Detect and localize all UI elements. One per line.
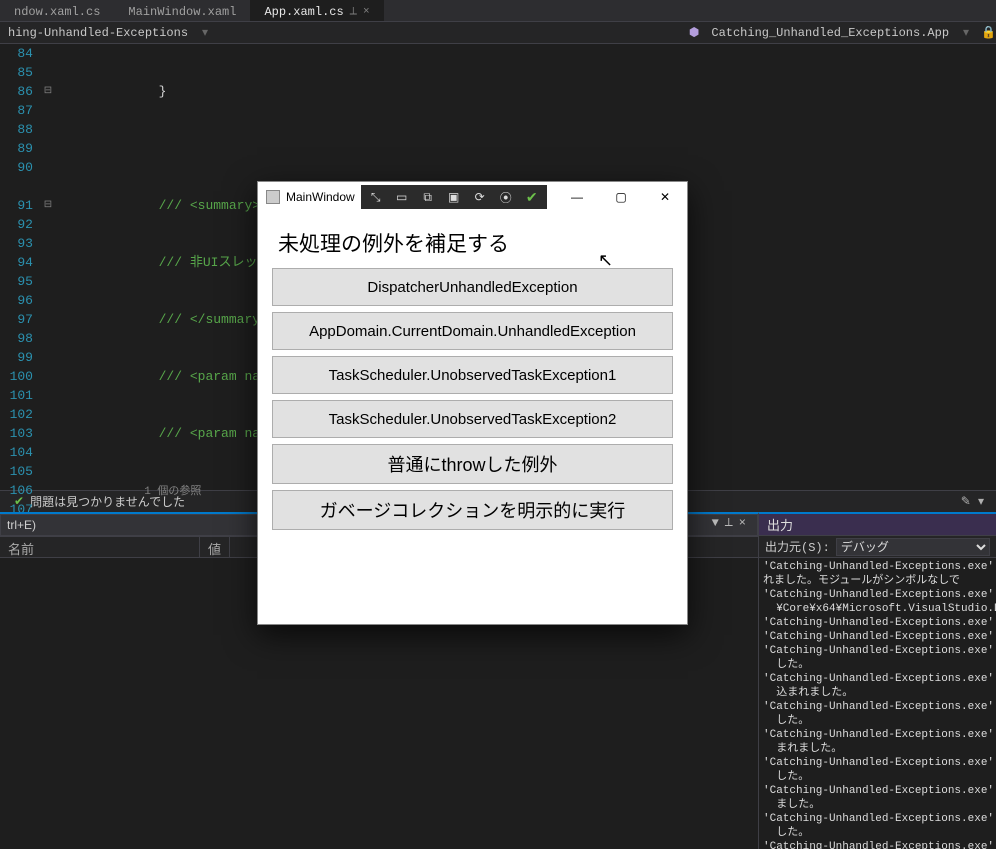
output-source-select[interactable]: デバッグ bbox=[836, 538, 990, 556]
line-number-gutter: 8485868788899091929394959697989910010110… bbox=[0, 44, 43, 490]
col-value[interactable]: 値 bbox=[200, 537, 230, 557]
xaml-debug-toolbar: ⤡ ▭ ⧉ ▣ ⟳ ⦿ ✔ bbox=[361, 185, 547, 209]
titlebar[interactable]: MainWindow ⤡ ▭ ⧉ ▣ ⟳ ⦿ ✔ — ▢ ✕ bbox=[258, 182, 687, 212]
window-title: MainWindow bbox=[286, 190, 355, 204]
check-icon[interactable]: ✔ bbox=[519, 186, 545, 208]
task-exception-2-button[interactable]: TaskScheduler.UnobservedTaskException2 bbox=[272, 400, 673, 438]
panel-controls: ▼ ⟂ × bbox=[712, 516, 746, 530]
minimize-button[interactable]: — bbox=[555, 182, 599, 212]
appdomain-exception-button[interactable]: AppDomain.CurrentDomain.UnhandledExcepti… bbox=[272, 312, 673, 350]
tab-mainwindow-cs[interactable]: ndow.xaml.cs bbox=[0, 0, 114, 21]
dispatcher-exception-button[interactable]: DispatcherUnhandledException bbox=[272, 268, 673, 306]
layout-adorners-icon[interactable]: ⧉ bbox=[415, 186, 441, 208]
chevron-down-icon: ▾ bbox=[957, 25, 975, 40]
pin-icon[interactable]: ⟂ bbox=[350, 6, 357, 18]
col-name[interactable]: 名前 bbox=[0, 537, 200, 557]
layout-icon[interactable]: ⤡ bbox=[363, 186, 389, 208]
app-heading: 未処理の例外を補足する bbox=[278, 228, 673, 258]
accessibility-icon[interactable]: ⦿ bbox=[493, 186, 519, 208]
class-icon: ⬢ bbox=[689, 25, 703, 40]
output-log[interactable]: 'Catching-Unhandled-Exceptions.exe' れました… bbox=[759, 558, 996, 849]
running-app-window[interactable]: MainWindow ⤡ ▭ ⧉ ▣ ⟳ ⦿ ✔ — ▢ ✕ 未処理の例外を補足… bbox=[257, 181, 688, 625]
close-icon[interactable]: × bbox=[739, 516, 746, 530]
close-button[interactable]: ✕ bbox=[643, 182, 687, 212]
output-source-label: 出力元(S): bbox=[765, 538, 830, 555]
task-exception-1-button[interactable]: TaskScheduler.UnobservedTaskException1 bbox=[272, 356, 673, 394]
tab-label: MainWindow.xaml bbox=[128, 5, 236, 19]
codelens-references[interactable]: 1 個の参照 bbox=[65, 486, 201, 498]
gc-collect-button[interactable]: ガベージコレクションを明示的に実行 bbox=[272, 490, 673, 530]
tab-app-xaml-cs[interactable]: App.xaml.cs ⟂ × bbox=[250, 0, 383, 21]
close-icon[interactable]: × bbox=[363, 6, 370, 18]
fold-gutter[interactable]: ⊟⊟ bbox=[43, 44, 53, 490]
chevron-down-icon[interactable]: ▼ bbox=[712, 516, 719, 530]
tab-mainwindow-xaml[interactable]: MainWindow.xaml bbox=[114, 0, 250, 21]
chevron-down-icon: ▾ bbox=[196, 25, 214, 40]
app-icon bbox=[266, 190, 280, 204]
pin-icon[interactable]: ⟂ bbox=[725, 516, 733, 530]
tab-label: App.xaml.cs bbox=[264, 5, 343, 19]
maximize-button[interactable]: ▢ bbox=[599, 182, 643, 212]
hot-reload-icon[interactable]: ⟳ bbox=[467, 186, 493, 208]
output-window: 出力 出力元(S): デバッグ 'Catching-Unhandled-Exce… bbox=[758, 512, 996, 849]
navigation-bar: hing-Unhandled-Exceptions ▾ ⬢ Catching_U… bbox=[0, 22, 996, 44]
class-dropdown[interactable]: Catching_Unhandled_Exceptions.App bbox=[703, 26, 957, 40]
document-tabs: ndow.xaml.cs MainWindow.xaml App.xaml.cs… bbox=[0, 0, 996, 22]
select-element-icon[interactable]: ▭ bbox=[389, 186, 415, 208]
track-focus-icon[interactable]: ▣ bbox=[441, 186, 467, 208]
output-title: 出力 bbox=[759, 514, 996, 536]
project-dropdown[interactable]: hing-Unhandled-Exceptions bbox=[0, 26, 196, 40]
throw-exception-button[interactable]: 普通にthrowした例外 bbox=[272, 444, 673, 484]
app-body: 未処理の例外を補足する DispatcherUnhandledException… bbox=[258, 212, 687, 550]
lock-icon[interactable]: 🔒 bbox=[975, 25, 996, 40]
tab-label: ndow.xaml.cs bbox=[14, 5, 100, 19]
